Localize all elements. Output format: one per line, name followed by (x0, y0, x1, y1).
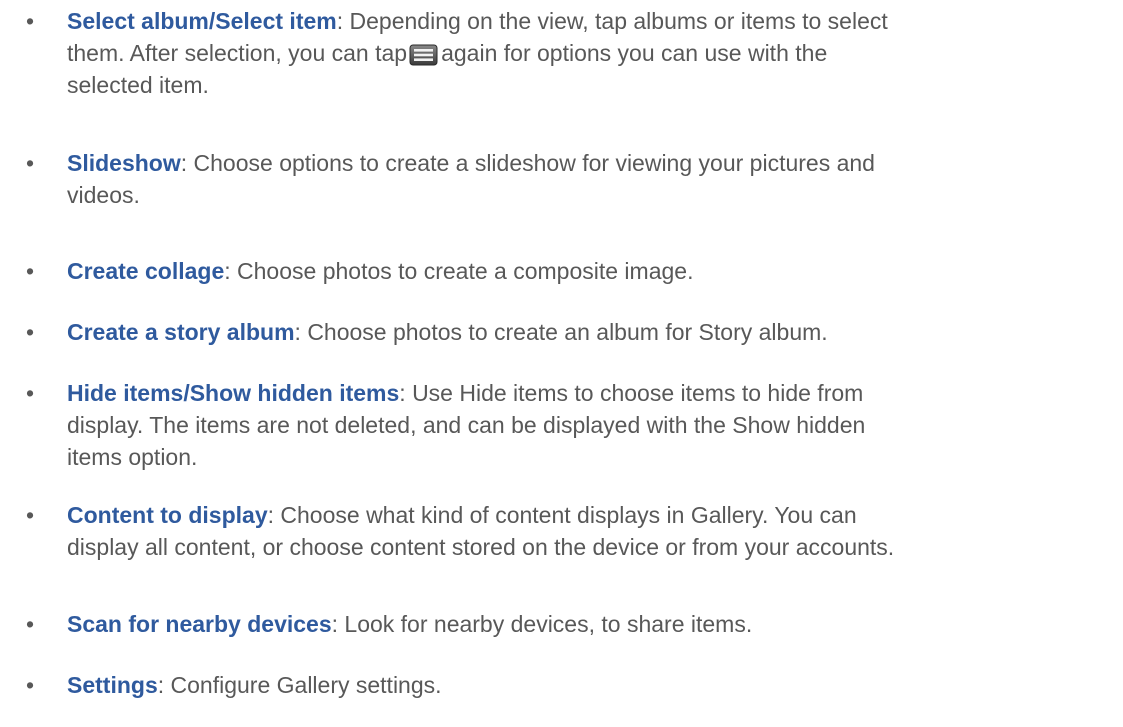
bullet: • (26, 319, 35, 345)
list-item-term: Hide items/Show hidden items (67, 380, 400, 406)
list-item-line: Select album/Select item: Depending on t… (67, 8, 888, 34)
bullet: • (26, 611, 35, 637)
bullet: • (26, 672, 35, 698)
bullet: • (26, 8, 35, 34)
list-item-term: Create a story album (67, 319, 295, 345)
list-item-text: Select album/Select item: Depending on t… (67, 5, 1119, 101)
list-item-text: Hide items/Show hidden items: Use Hide i… (67, 377, 1119, 473)
list-item-term: Select album/Select item (67, 8, 337, 34)
list-item-line: selected item. (67, 72, 209, 98)
menu-key-icon (409, 44, 438, 66)
list-item-line: Create a story album: Choose photos to c… (67, 319, 828, 345)
list-item-line: items option. (67, 444, 198, 470)
list-item-line: display. The items are not deleted, and … (67, 412, 866, 438)
list-item-text: Create collage: Choose photos to create … (67, 255, 1119, 287)
list-item-line: them. After selection, you can tap again… (67, 40, 828, 66)
list-item-line: videos. (67, 182, 140, 208)
list-item-term: Settings (67, 672, 158, 698)
bullet: • (26, 258, 35, 284)
bullet: • (26, 502, 35, 528)
list-item-term: Create collage (67, 258, 225, 284)
list-item-term: Content to display (67, 502, 268, 528)
list-item-line: Hide items/Show hidden items: Use Hide i… (67, 380, 864, 406)
list-item-text: Slideshow: Choose options to create a sl… (67, 147, 1119, 211)
list-item-text: Content to display: Choose what kind of … (67, 499, 1119, 563)
list-item-term: Scan for nearby devices (67, 611, 332, 637)
list-item-line: Settings: Configure Gallery settings. (67, 672, 442, 698)
list-item-line: display all content, or choose content s… (67, 534, 895, 560)
list-item-line: Create collage: Choose photos to create … (67, 258, 694, 284)
bullet: • (26, 380, 35, 406)
list-item-text: Scan for nearby devices: Look for nearby… (67, 608, 1119, 640)
list-item-text: Settings: Configure Gallery settings. (67, 669, 1119, 701)
list-item-line: Content to display: Choose what kind of … (67, 502, 857, 528)
list-item-text: Create a story album: Choose photos to c… (67, 316, 1119, 348)
list-item-term: Slideshow (67, 150, 181, 176)
list-item-line: Scan for nearby devices: Look for nearby… (67, 611, 753, 637)
bullet: • (26, 150, 35, 176)
list-item-line: Slideshow: Choose options to create a sl… (67, 150, 875, 176)
